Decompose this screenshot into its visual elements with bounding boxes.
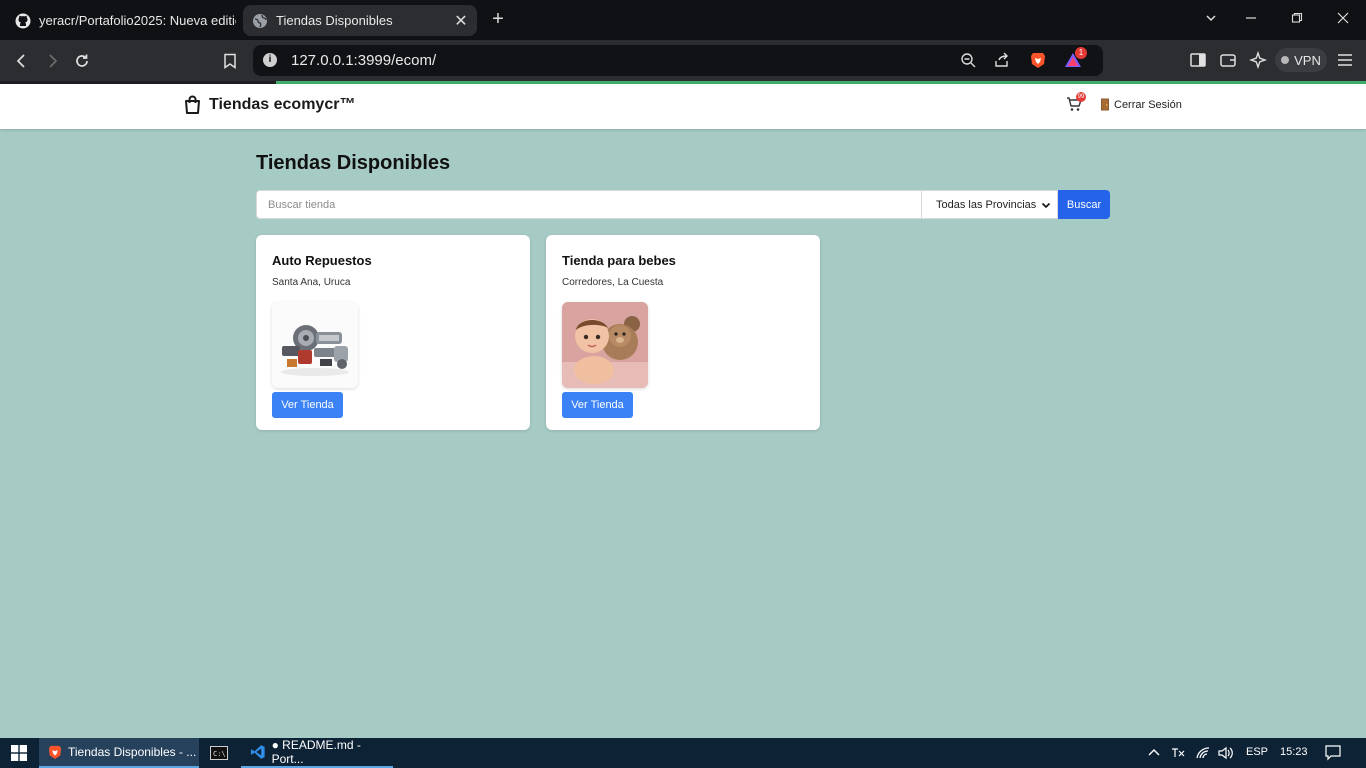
- taskbar-item-terminal[interactable]: C:\: [200, 738, 238, 768]
- reload-icon[interactable]: [70, 49, 94, 73]
- site-header: Tiendas ecomycr™ Cerrar Sesión: [0, 84, 1366, 129]
- input-language-indicator[interactable]: ESP: [1246, 746, 1268, 758]
- notifications-icon[interactable]: [1325, 745, 1341, 761]
- store-location: Corredores, La Cuesta: [562, 277, 664, 288]
- tab-search-chevron-icon[interactable]: [1196, 8, 1226, 30]
- view-store-button[interactable]: Ver Tienda: [562, 392, 633, 418]
- baby-teddy-image: [562, 302, 648, 388]
- auto-parts-image: [272, 302, 358, 388]
- github-icon: [15, 13, 31, 28]
- svg-text:C:\: C:\: [213, 750, 226, 758]
- volume-icon[interactable]: [1218, 745, 1234, 761]
- bookmark-icon[interactable]: [218, 49, 242, 73]
- cart-count-badge: 99: [1076, 92, 1086, 102]
- globe-icon: [253, 13, 267, 28]
- window-close-icon[interactable]: [1328, 8, 1358, 30]
- tab-title: Tiendas Disponibles: [276, 13, 393, 28]
- store-name: Tienda para bebes: [562, 253, 676, 268]
- new-tab-button[interactable]: +: [487, 8, 509, 30]
- store-card: Tienda para bebes Corredores, La Cuesta …: [546, 235, 820, 430]
- vscode-icon: [250, 745, 265, 759]
- store-card: Auto Repuestos Santa Ana, Uruca Ver Tien…: [256, 235, 530, 430]
- leo-ai-icon[interactable]: [1247, 49, 1269, 71]
- tab-tiendas[interactable]: Tiendas Disponibles ✕: [243, 5, 477, 36]
- search-button[interactable]: Buscar: [1058, 190, 1110, 219]
- close-icon[interactable]: ✕: [449, 11, 473, 31]
- windows-start-icon[interactable]: [0, 738, 38, 768]
- brave-shields-icon[interactable]: [1027, 49, 1049, 71]
- address-bar[interactable]: i 127.0.0.1:3999/ecom/ 1: [253, 45, 1103, 76]
- taskbar-item-label: Tiendas Disponibles - ...: [68, 745, 197, 759]
- minimize-icon[interactable]: [1236, 8, 1266, 30]
- restore-icon[interactable]: [1282, 8, 1312, 30]
- taskbar-item-vscode[interactable]: ● README.md - Port...: [241, 738, 393, 768]
- browser-tab-bar: yeracr/Portafolio2025: Nueva edition Tie…: [0, 0, 1366, 40]
- site-info-icon[interactable]: i: [263, 53, 277, 67]
- taskbar-item-browser[interactable]: Tiendas Disponibles - ...: [39, 738, 199, 768]
- store-location: Santa Ana, Uruca: [272, 277, 351, 288]
- door-icon: [1101, 98, 1109, 111]
- zoom-icon[interactable]: [957, 49, 979, 71]
- sidebar-icon[interactable]: [1187, 49, 1209, 71]
- terminal-icon: C:\: [210, 746, 228, 760]
- shopping-bag-icon: [185, 95, 200, 114]
- share-icon[interactable]: [991, 49, 1013, 71]
- chevron-down-icon: [1041, 202, 1051, 208]
- province-select[interactable]: Todas las Provincias: [922, 190, 1058, 219]
- menu-icon[interactable]: [1334, 49, 1356, 71]
- brave-icon: [48, 745, 62, 759]
- wifi-icon[interactable]: [1195, 745, 1211, 761]
- province-selected-value: Todas las Provincias: [936, 198, 1037, 211]
- tab-portafolio[interactable]: yeracr/Portafolio2025: Nueva edition: [6, 5, 236, 36]
- logout-link[interactable]: Cerrar Sesión: [1100, 98, 1182, 111]
- taskbar-item-label: ● README.md - Port...: [271, 738, 361, 766]
- tab-title: yeracr/Portafolio2025: Nueva edition: [39, 13, 236, 28]
- wallet-icon[interactable]: [1217, 49, 1239, 71]
- logout-label: Cerrar Sesión: [1114, 98, 1182, 111]
- show-hidden-icons-chevron-icon[interactable]: [1146, 745, 1162, 761]
- brand-link[interactable]: Tiendas ecomycr™: [184, 95, 355, 114]
- page-title: Tiendas Disponibles: [256, 152, 451, 174]
- forward-arrow-icon[interactable]: [40, 49, 64, 73]
- view-store-button[interactable]: Ver Tienda: [272, 392, 343, 418]
- store-name: Auto Repuestos: [272, 253, 372, 268]
- rewards-badge: 1: [1075, 47, 1087, 59]
- back-arrow-icon[interactable]: [10, 49, 34, 73]
- keyboard-ime-icon[interactable]: [1170, 745, 1186, 761]
- search-form: Todas las Provincias Buscar: [256, 190, 1110, 219]
- vpn-button[interactable]: VPN: [1275, 48, 1327, 72]
- taskbar-clock[interactable]: 15:23: [1280, 746, 1308, 758]
- vpn-label: VPN: [1294, 52, 1321, 68]
- store-search-input[interactable]: [256, 190, 922, 219]
- windows-taskbar: Tiendas Disponibles - ... C:\ ● README.m…: [0, 738, 1366, 768]
- url-text[interactable]: 127.0.0.1:3999/ecom/: [291, 52, 436, 69]
- brand-name: Tiendas ecomycr™: [209, 95, 356, 113]
- vpn-status-icon: [1281, 56, 1290, 64]
